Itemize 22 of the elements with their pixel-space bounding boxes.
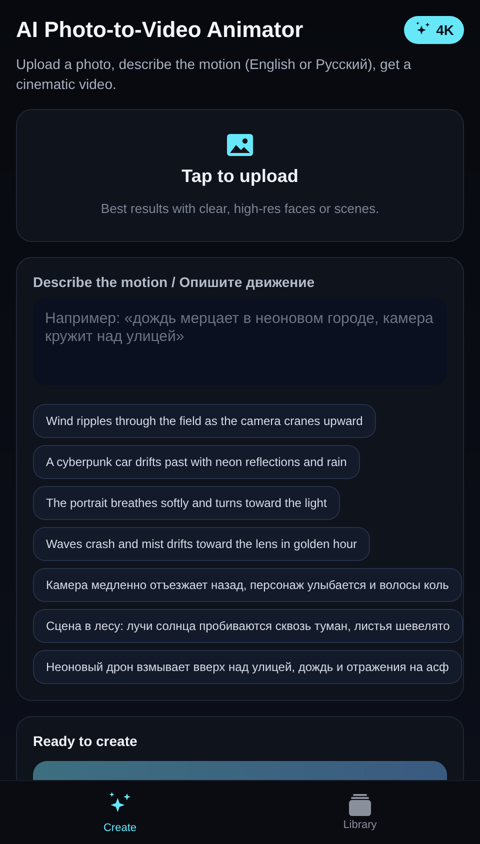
upload-title: Tap to upload	[182, 166, 298, 187]
create-title: Ready to create	[33, 733, 138, 749]
stack-icon	[348, 794, 372, 816]
nav-tab[interactable]: Library	[240, 781, 480, 844]
image-icon	[227, 134, 253, 156]
suggestion-chip[interactable]: Waves crash and mist drifts toward the lens in golden hour	[33, 527, 370, 561]
upload-hint: Best results with clear, high-res faces or scenes.	[100, 201, 380, 216]
motion-label: Describe the motion / Опишите движение	[33, 274, 316, 290]
suggestion-chip[interactable]: The portrait breathes softly and turns toward the light	[33, 486, 340, 520]
nav-label: Library	[343, 819, 377, 831]
quality-badge: 4K	[404, 16, 464, 44]
suggestion-chip[interactable]: Wind ripples through the field as the camera cranes upward	[33, 404, 376, 438]
suggestion-chip[interactable]: Неоновый дрон взмывает вверх над улицей, дождь и отражения на асф	[33, 650, 462, 684]
suggestion-chip[interactable]: Камера медленно отъезжает назад, персонаж улыбается и волосы коль	[33, 568, 462, 602]
suggestion-chip[interactable]: Сцена в лесу: лучи солнца пробиваются сквозь туман, листья шевелято	[33, 609, 463, 643]
upload-area[interactable]: Tap to upload Best results with clear, high-res faces or scenes.	[16, 109, 464, 242]
nav-label: Create	[103, 822, 137, 834]
nav-tab[interactable]: Create	[0, 781, 240, 844]
motion-input[interactable]: Например: «дождь мерцает в неоновом городе, камера кружит над улицей»	[33, 298, 447, 385]
app-title: AI Photo-to-Video Animator	[16, 17, 304, 43]
subtitle: Upload a photo, describe the motion (English or Русский), get a cinematic video.	[16, 55, 412, 94]
suggestion-chip[interactable]: A cyberpunk car drifts past with neon reflections and rain	[33, 445, 360, 479]
